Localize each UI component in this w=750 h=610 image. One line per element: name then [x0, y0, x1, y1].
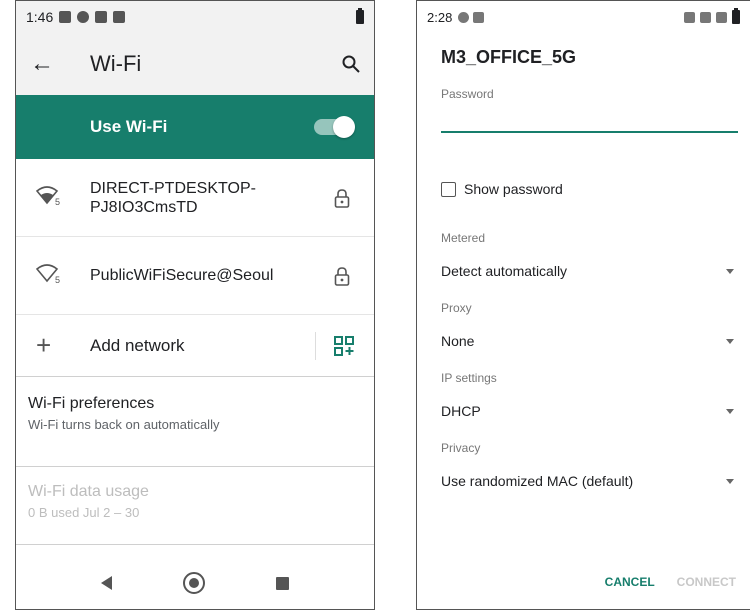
data-usage-subtitle: 0 B used Jul 2 – 30	[28, 505, 140, 520]
status-left: 1:46	[26, 9, 356, 25]
nav-back-icon[interactable]	[101, 576, 113, 590]
vibrate-icon	[700, 11, 711, 23]
show-password-row[interactable]: Show password	[417, 133, 750, 197]
wifi-toggle[interactable]	[314, 116, 355, 138]
message-notification-icon	[95, 11, 108, 23]
divider	[315, 331, 316, 360]
ip-settings-value: DHCP	[441, 403, 481, 419]
metered-select[interactable]: Detect automatically	[417, 245, 750, 279]
wifi-preferences-row[interactable]: Wi-Fi preferences Wi-Fi turns back on au…	[16, 377, 374, 467]
wifi-data-usage-row: Wi-Fi data usage 0 B used Jul 2 – 30	[16, 467, 374, 545]
add-network-label: Add network	[90, 335, 185, 355]
cancel-button[interactable]: CANCEL	[605, 575, 655, 589]
ip-settings-group: IP settings DHCP	[417, 371, 750, 419]
wifi-signal-icon: 5	[35, 262, 90, 289]
metered-value: Detect automatically	[441, 263, 568, 279]
nav-home-icon[interactable]	[182, 572, 205, 594]
network-item-publicwifisecure[interactable]: 5 PublicWiFiSecure@Seoul	[16, 237, 374, 315]
metered-group: Metered Detect automatically	[417, 231, 750, 279]
dropdown-caret-icon	[726, 478, 734, 484]
battery-icon	[356, 8, 364, 24]
metered-label: Metered	[441, 231, 486, 245]
status-bar: 1:46	[16, 1, 374, 33]
wifi-settings-screen: 1:46 ← Wi-Fi Use Wi-Fi 5 DIRECT-PTDESKTO…	[15, 0, 375, 610]
settings-notification-icon	[458, 11, 470, 23]
network-connect-dialog-screen: 2:28 M3_OFFICE_5G Password Show password…	[416, 0, 750, 610]
dropdown-caret-icon	[726, 338, 734, 344]
dropdown-caret-icon	[726, 268, 734, 274]
network-item-direct-ptdesktop[interactable]: 5 DIRECT-PTDESKTOP-PJ8IO3CmsTD	[16, 159, 374, 237]
show-password-label: Show password	[464, 181, 563, 197]
privacy-group: Privacy Use randomized MAC (default)	[417, 441, 750, 489]
privacy-label: Privacy	[441, 441, 481, 455]
network-name: PublicWiFiSecure@Seoul	[90, 267, 274, 284]
privacy-select[interactable]: Use randomized MAC (default)	[417, 455, 750, 489]
network-name: DIRECT-PTDESKTOP-PJ8IO3CmsTD	[90, 179, 256, 216]
proxy-value: None	[441, 333, 475, 349]
nav-recents-icon[interactable]	[275, 576, 289, 590]
privacy-value: Use randomized MAC (default)	[441, 473, 634, 489]
qr-code-scan-icon[interactable]	[334, 335, 354, 356]
use-wifi-label: Use Wi-Fi	[90, 117, 168, 136]
search-icon[interactable]	[342, 55, 360, 73]
status-time: 1:46	[26, 9, 54, 25]
battery-icon	[732, 8, 740, 24]
screenshot-canvas: 1:46 ← Wi-Fi Use Wi-Fi 5 DIRECT-PTDESKTO…	[0, 0, 750, 610]
signal-badge: 5	[55, 275, 60, 284]
password-label: Password	[441, 87, 494, 101]
navigation-bar	[16, 557, 374, 609]
toggle-knob	[333, 116, 355, 138]
app-notification-icon	[113, 11, 126, 23]
signal-badge: 5	[55, 197, 60, 206]
signal-icon	[716, 11, 727, 23]
settings-notification-icon	[77, 11, 90, 23]
preferences-title: Wi-Fi preferences	[28, 395, 155, 412]
connect-button[interactable]: CONNECT	[677, 575, 736, 589]
dialog-actions: CANCEL CONNECT	[605, 575, 736, 589]
add-network-row[interactable]: + Add network	[16, 315, 374, 377]
shield-notification-icon	[473, 11, 485, 23]
status-right-icons	[684, 8, 740, 24]
proxy-select[interactable]: None	[417, 315, 750, 349]
data-usage-title: Wi-Fi data usage	[28, 483, 149, 500]
app-bar: ← Wi-Fi	[16, 33, 374, 95]
show-password-checkbox[interactable]	[441, 181, 456, 197]
back-arrow-icon[interactable]: ←	[30, 50, 64, 78]
preferences-subtitle: Wi-Fi turns back on automatically	[28, 417, 220, 432]
wifi-signal-icon: 5	[35, 184, 90, 211]
proxy-group: Proxy None	[417, 301, 750, 349]
dropdown-caret-icon	[726, 408, 734, 414]
status-bar: 2:28	[417, 1, 750, 33]
dialog-title: M3_OFFICE_5G	[441, 47, 577, 67]
plus-icon: +	[36, 330, 52, 360]
barcode-icon	[684, 11, 695, 23]
ip-settings-select[interactable]: DHCP	[417, 385, 750, 419]
ip-settings-label: IP settings	[441, 371, 497, 385]
lock-icon	[330, 266, 354, 286]
use-wifi-row[interactable]: Use Wi-Fi	[16, 95, 374, 159]
image-notification-icon	[59, 11, 72, 23]
page-title: Wi-Fi	[90, 51, 142, 76]
proxy-label: Proxy	[441, 301, 472, 315]
lock-icon	[330, 188, 354, 208]
status-time: 2:28	[427, 9, 453, 25]
